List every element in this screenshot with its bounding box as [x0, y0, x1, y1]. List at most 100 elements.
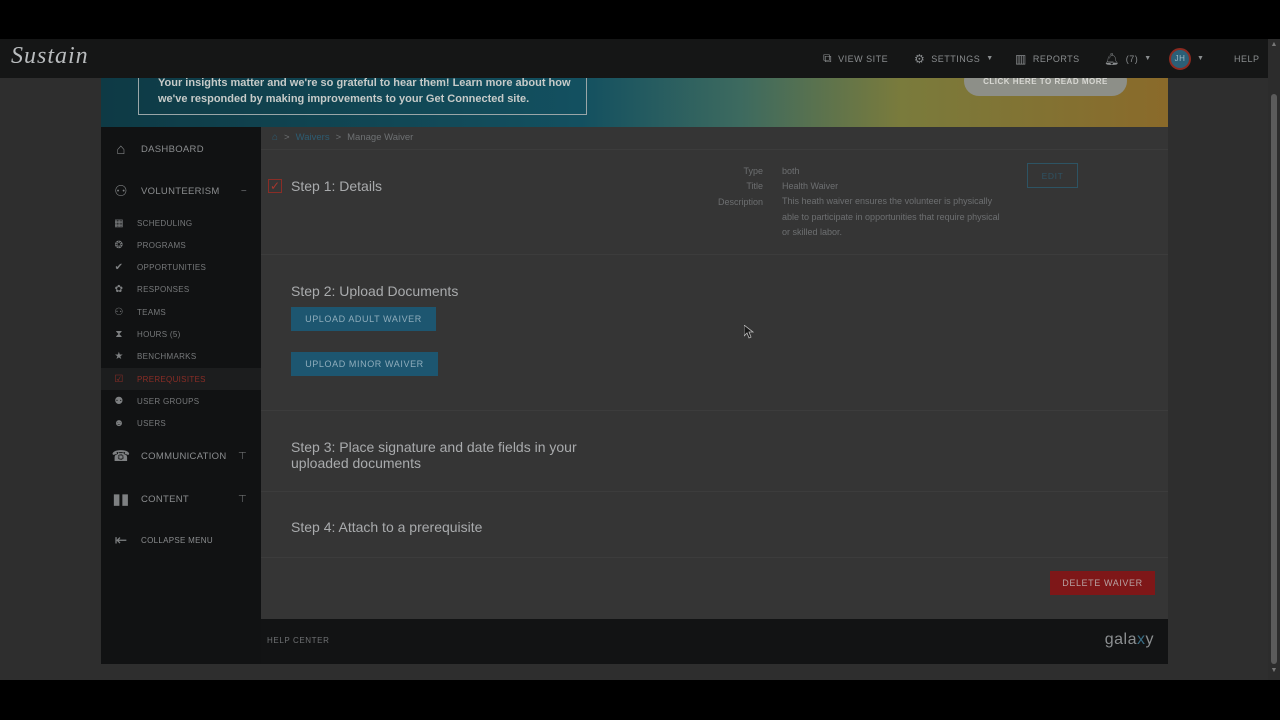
expand-section-icon[interactable]: ⊤ — [238, 451, 247, 462]
sidebar-item-label: HOURS (5) — [137, 329, 181, 339]
read-more-button[interactable]: CLICK HERE TO READ MORE — [964, 78, 1127, 96]
reports-link[interactable]: ▥ REPORTS — [1015, 39, 1080, 78]
type-value: both — [782, 166, 800, 176]
sidebar-item-label: TEAMS — [137, 307, 167, 317]
calendar-icon: ▦ — [114, 217, 124, 229]
sidebar-item-label: RESPONSES — [137, 284, 190, 294]
chevron-down-icon: ▼ — [986, 55, 994, 62]
divider — [261, 491, 1168, 492]
sidebar-item-label: OPPORTUNITIES — [137, 262, 207, 272]
book-icon: ▮▮ — [112, 491, 130, 508]
screen: Sustain ⧉ VIEW SITE ⚙ SETTINGS ▼ ▥ REPOR… — [0, 0, 1280, 720]
sidebar-item-label: CONTENT — [141, 493, 190, 505]
step-2-title: Step 2: Upload Documents — [291, 283, 459, 299]
bell-icon: 🔔︎ — [1104, 51, 1120, 66]
sidebar-item-content[interactable]: ▮▮ CONTENT ⊤ — [101, 481, 261, 517]
step-1-title: Step 1: Details — [291, 178, 383, 194]
scroll-down-icon[interactable]: ▼ — [1270, 667, 1278, 677]
logo-text-end: y — [1145, 631, 1154, 648]
sidebar-item-responses[interactable]: ✿ RESPONSES — [101, 278, 261, 300]
collapse-menu-button[interactable]: ⇤ COLLAPSE MENU — [101, 522, 261, 558]
type-label: Type — [743, 166, 763, 176]
sidebar-item-dashboard[interactable]: ⌂ DASHBOARD — [101, 131, 261, 167]
programs-icon: ❂ — [114, 239, 124, 251]
sidebar-item-prerequisites[interactable]: ☑ PREREQUISITES — [101, 368, 261, 390]
opportunities-icon: ✔ — [114, 261, 124, 273]
sidebar-item-hours[interactable]: ⧗ HOURS (5) — [101, 323, 261, 345]
scrollbar-thumb[interactable] — [1271, 94, 1277, 664]
notification-count: (7) — [1125, 53, 1139, 64]
step-3-title: Step 3: Place signature and date fields … — [291, 439, 577, 471]
sidebar-item-opportunities[interactable]: ✔ OPPORTUNITIES — [101, 256, 261, 278]
phone-icon: ☎ — [111, 448, 131, 465]
bar-chart-icon: ▥ — [1015, 51, 1027, 66]
sidebar-item-label: PROGRAMS — [137, 240, 187, 250]
scroll-up-icon[interactable]: ▲ — [1270, 41, 1278, 51]
help-link[interactable]: HELP — [1234, 39, 1260, 78]
description-value: This heath waiver ensures the volunteer … — [782, 196, 1000, 237]
divider — [261, 557, 1168, 558]
sidebar-item-benchmarks[interactable]: ★ BENCHMARKS — [101, 345, 261, 367]
delete-waiver-button[interactable]: DELETE WAIVER — [1050, 571, 1155, 595]
title-label: Title — [746, 181, 763, 191]
sidebar-item-users[interactable]: ☻ USERS — [101, 412, 261, 434]
upload-adult-waiver-button[interactable]: UPLOAD ADULT WAIVER — [291, 307, 436, 331]
breadcrumb-waivers-link[interactable]: Waivers — [296, 132, 330, 143]
home-icon[interactable]: ⌂ — [272, 132, 278, 143]
sidebar-item-label: USER GROUPS — [137, 396, 200, 406]
collapse-arrow-icon: ⇤ — [114, 532, 128, 549]
teams-icon: ⚇ — [114, 306, 124, 318]
help-center-link[interactable]: HELP CENTER — [267, 636, 329, 645]
sidebar-item-scheduling[interactable]: ▦ SCHEDULING — [101, 212, 261, 234]
chevron-down-icon: ▼ — [1144, 55, 1152, 62]
upload-minor-waiver-button[interactable]: UPLOAD MINOR WAIVER — [291, 352, 438, 376]
breadcrumb: ⌂ > Waivers > Manage Waiver — [272, 132, 413, 143]
user-icon: ☻ — [113, 417, 125, 429]
checked-checkbox-icon: ✓ — [268, 179, 282, 193]
divider — [261, 410, 1168, 411]
external-link-icon: ⧉ — [823, 51, 833, 65]
sidebar-item-label: COLLAPSE MENU — [141, 535, 213, 545]
edit-button[interactable]: EDIT — [1027, 163, 1078, 188]
step-4-title: Step 4: Attach to a prerequisite — [291, 519, 483, 535]
sidebar-item-user-groups[interactable]: ⚉ USER GROUPS — [101, 390, 261, 412]
sidebar-item-programs[interactable]: ❂ PROGRAMS — [101, 234, 261, 256]
chevron-down-icon: ▼ — [1197, 55, 1205, 62]
help-label: HELP — [1234, 53, 1260, 64]
breadcrumb-separator: > — [335, 132, 342, 143]
divider — [261, 254, 1168, 255]
reports-label: REPORTS — [1032, 53, 1080, 64]
galaxy-logo[interactable]: galaxy — [1105, 631, 1154, 649]
home-icon: ⌂ — [116, 140, 126, 158]
breadcrumb-current: Manage Waiver — [347, 132, 414, 143]
settings-label: SETTINGS — [931, 53, 981, 64]
main-content: ⌂ > Waivers > Manage Waiver ✓ Step 1: De… — [261, 127, 1168, 619]
user-menu[interactable]: JH ▼ — [1169, 39, 1204, 78]
sidebar: ⌂ DASHBOARD ⚇ VOLUNTEERISM − ▦ SCHEDULIN… — [101, 127, 261, 664]
mouse-cursor-icon — [744, 325, 754, 339]
announcement-banner: Your insights matter and we're so gratef… — [101, 78, 1168, 127]
vertical-scrollbar[interactable]: ▲ ▼ — [1268, 39, 1280, 680]
title-value: Health Waiver — [782, 181, 839, 191]
sidebar-item-teams[interactable]: ⚇ TEAMS — [101, 301, 261, 323]
star-icon: ★ — [114, 350, 124, 362]
notifications-menu[interactable]: 🔔︎ (7) ▼ — [1104, 39, 1152, 78]
sidebar-item-label: SCHEDULING — [137, 218, 193, 228]
expand-section-icon[interactable]: ⊤ — [238, 494, 247, 505]
settings-menu[interactable]: ⚙ SETTINGS ▼ — [914, 39, 994, 78]
brand-logo[interactable]: Sustain — [11, 43, 89, 70]
collapse-section-icon[interactable]: − — [241, 186, 247, 197]
sidebar-item-label: DASHBOARD — [141, 143, 204, 155]
banner-message: Your insights matter and we're so gratef… — [158, 78, 571, 105]
sidebar-item-label: COMMUNICATION — [141, 450, 227, 462]
divider — [261, 149, 1168, 150]
view-site-link[interactable]: ⧉ VIEW SITE — [823, 39, 888, 78]
sidebar-item-label: USERS — [137, 418, 167, 428]
sidebar-item-volunteerism[interactable]: ⚇ VOLUNTEERISM − — [101, 173, 261, 209]
sidebar-item-communication[interactable]: ☎ COMMUNICATION ⊤ — [101, 438, 261, 474]
details-labels: Type Title Description — [681, 166, 763, 246]
view-site-label: VIEW SITE — [838, 53, 889, 64]
description-label: Description — [717, 197, 763, 207]
sidebar-item-label: VOLUNTEERISM — [141, 185, 220, 197]
avatar: JH — [1169, 47, 1191, 70]
